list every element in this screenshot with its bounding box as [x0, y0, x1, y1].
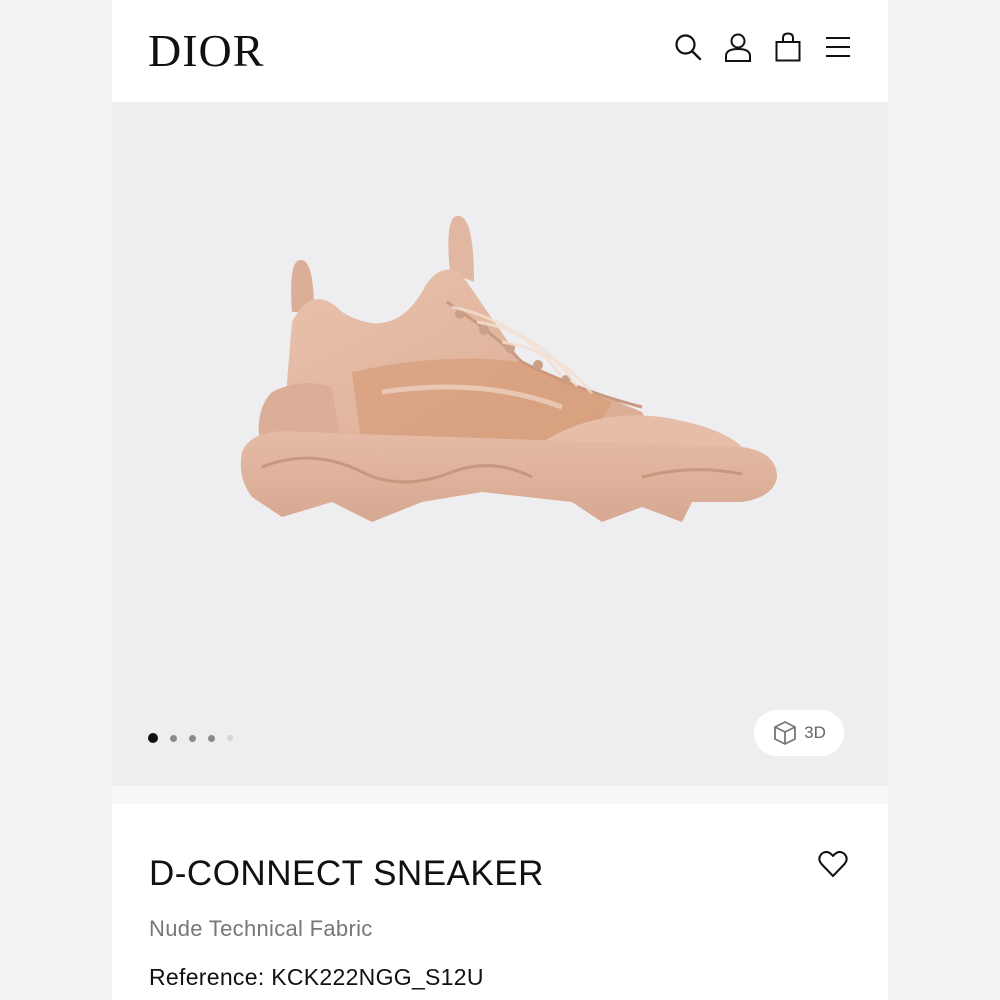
carousel-dot[interactable] [170, 734, 177, 742]
carousel-dot[interactable] [208, 734, 215, 742]
product-reference: Reference: KCK222NGG_S12U [149, 964, 484, 990]
shopping-bag-icon[interactable] [774, 32, 802, 62]
search-icon[interactable] [674, 32, 702, 62]
view-3d-button[interactable]: 3D [754, 710, 844, 756]
brand-logo[interactable]: DIOR [148, 24, 264, 77]
carousel-dots [148, 733, 233, 743]
product-image [240, 215, 777, 522]
product-info: D-CONNECT SNEAKER Nude Technical Fabric … [112, 804, 888, 1000]
carousel-dot[interactable] [189, 734, 196, 742]
carousel-dot[interactable] [227, 735, 233, 741]
section-divider [112, 786, 888, 804]
site-header: DIOR [112, 0, 888, 102]
view-3d-label: 3D [804, 723, 826, 742]
menu-icon[interactable] [824, 32, 852, 62]
right-margin [888, 0, 1000, 1000]
carousel-dot[interactable] [148, 733, 158, 743]
account-icon[interactable] [724, 32, 752, 62]
cube-icon [774, 721, 797, 745]
product-material: Nude Technical Fabric [149, 916, 373, 941]
heart-icon[interactable] [818, 850, 848, 878]
header-actions [674, 32, 852, 62]
product-title: D-CONNECT SNEAKER [149, 854, 544, 893]
mobile-page: DIOR 3D D-CONNECT SNEAKER Nude Technical… [112, 0, 888, 1000]
left-margin [0, 0, 112, 1000]
product-image-carousel[interactable]: 3D [112, 102, 888, 786]
